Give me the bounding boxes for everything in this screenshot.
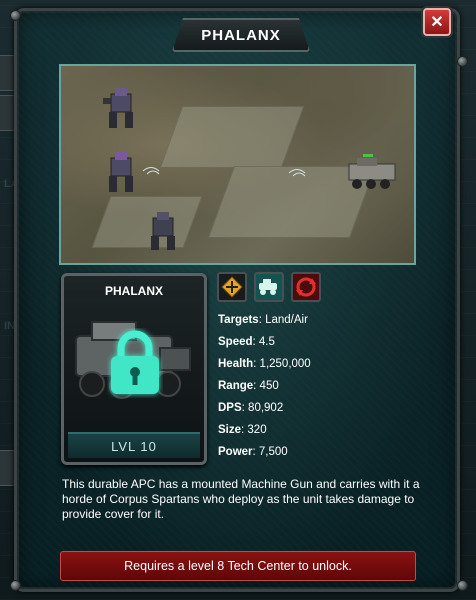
enemy-mech-icon xyxy=(103,88,133,128)
stat-value: 80,902 xyxy=(248,402,284,414)
unit-card: PHALANX LVL 10 xyxy=(61,273,207,465)
unlock-requirement-banner: Requires a level 8 Tech Center to unlock… xyxy=(60,551,416,581)
shot-trail xyxy=(288,169,306,177)
rivet xyxy=(10,580,21,591)
stat-label: DPS xyxy=(218,402,242,414)
refresh-cycle-icon xyxy=(296,277,316,297)
unit-name: PHALANX xyxy=(104,284,163,298)
ability-cycle-button[interactable] xyxy=(291,272,321,302)
rivet xyxy=(457,580,468,591)
vehicle-icon xyxy=(259,279,277,295)
stat-label: Power xyxy=(218,446,253,458)
enemy-mech-icon xyxy=(151,212,175,250)
stat-value: 320 xyxy=(247,424,267,436)
unit-description: This durable APC has a mounted Machine G… xyxy=(62,477,420,521)
stat-health: Health: 1,250,000 xyxy=(218,358,311,370)
unlock-requirement-text: Requires a level 8 Tech Center to unlock… xyxy=(124,559,352,573)
stat-size: Size: 320 xyxy=(218,424,267,436)
crosshair-target-icon xyxy=(221,276,243,298)
stat-label: Targets xyxy=(218,314,259,326)
rivet xyxy=(457,56,468,67)
stat-label: Size xyxy=(218,424,242,436)
phalanx-apc-icon xyxy=(348,154,396,189)
stat-speed: Speed: 4.5 xyxy=(218,336,275,348)
stat-value: Land/Air xyxy=(265,314,308,326)
enemy-mech-icon xyxy=(109,152,133,192)
ability-crosshair-button[interactable] xyxy=(217,272,247,302)
stat-range: Range: 450 xyxy=(218,380,279,392)
dialog-title: PHALANX xyxy=(201,26,281,44)
stat-value: 450 xyxy=(259,380,279,392)
close-icon: ✕ xyxy=(430,14,444,31)
stat-label: Health xyxy=(218,358,254,370)
shot-trail xyxy=(142,167,160,175)
stat-value: 7,500 xyxy=(258,446,288,458)
stat-dps: DPS: 80,902 xyxy=(218,402,284,414)
ground-slab xyxy=(159,106,305,168)
stat-targets: Targets: Land/Air xyxy=(218,314,308,326)
unit-preview-scene xyxy=(59,64,416,265)
stat-label: Speed xyxy=(218,336,253,348)
stat-label: Range xyxy=(218,380,254,392)
title-plate: PHALANX xyxy=(172,18,310,52)
ability-vehicle-button[interactable] xyxy=(254,272,284,302)
rivet xyxy=(10,10,21,21)
lock-icon xyxy=(111,330,159,394)
close-button[interactable]: ✕ xyxy=(423,8,451,36)
stat-value: 1,250,000 xyxy=(259,358,311,370)
unit-level: LVL 10 xyxy=(68,432,200,458)
stat-value: 4.5 xyxy=(258,336,275,348)
stat-power: Power: 7,500 xyxy=(218,446,288,458)
